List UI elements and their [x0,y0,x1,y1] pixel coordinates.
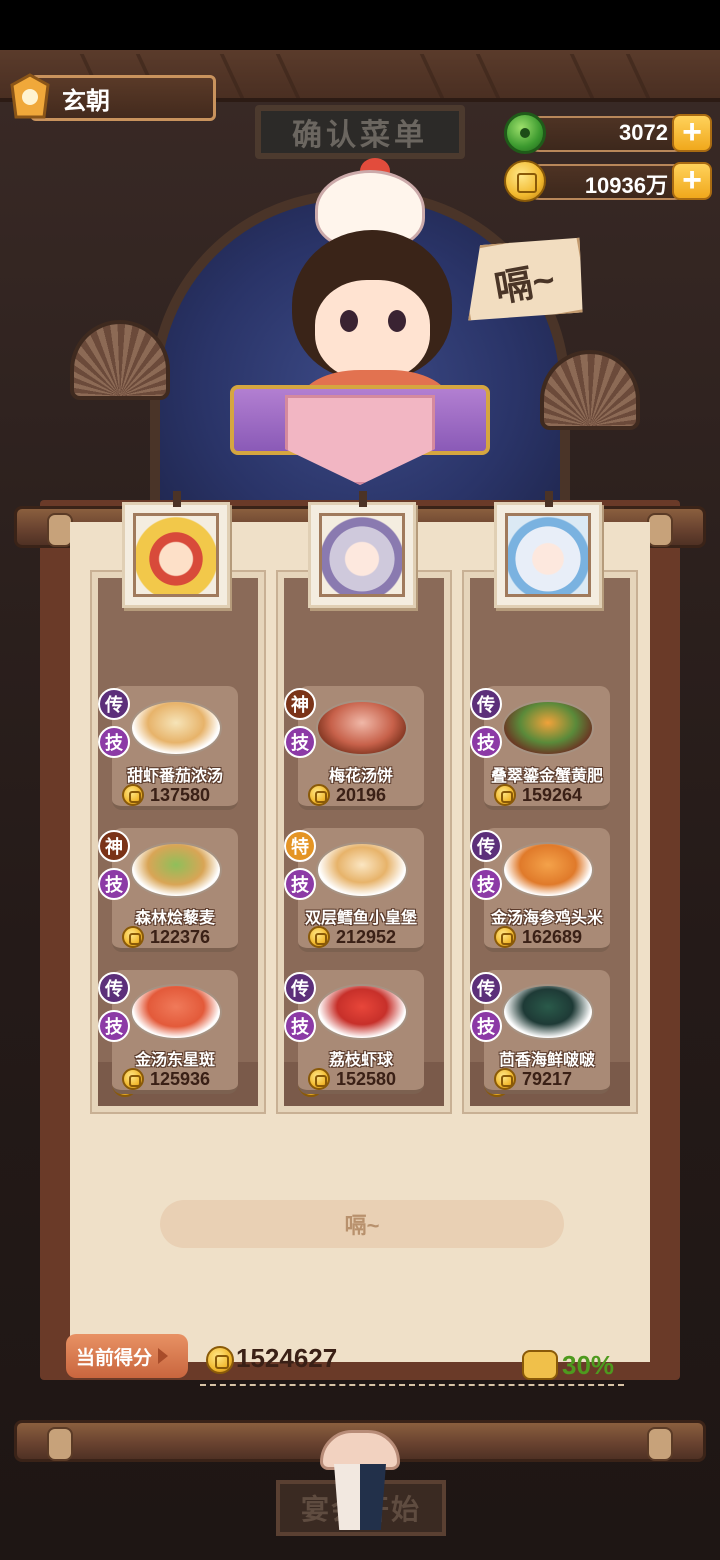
dish-image [316,842,408,898]
dish-card[interactable]: 传 技 荔枝虾球 152580 [284,970,424,1094]
dish-price: 212952 [336,926,397,947]
coin-icon [206,1346,234,1374]
dish-image [502,842,594,898]
player-tag[interactable]: 玄朝 [8,73,216,123]
dish-card[interactable]: 传 技 金汤海参鸡头米 162689 [470,828,610,952]
dish-card[interactable]: 特 技 双层鳕鱼小皇堡 212952 [284,828,424,952]
add-coin-button[interactable]: + [672,162,712,200]
guest-portrait-3[interactable] [494,491,602,608]
skill-badge: 技 [98,1010,130,1042]
dish-image [502,700,594,756]
coin-icon [494,926,516,948]
dish-card[interactable]: 传 技 叠翠鎏金蟹黄肥 159264 [470,686,610,810]
score-divider [200,1384,624,1386]
dish-image [316,984,408,1040]
coin-icon [122,1068,144,1090]
skill-badge: 技 [284,868,316,900]
rank-badge: 传 [470,688,502,720]
confirm-button[interactable]: 嗝~ [160,1200,564,1248]
dish-name: 金汤东星斑 [134,1052,215,1069]
dish-price: 79217 [522,1068,573,1089]
player-name: 玄朝 [62,88,110,115]
dish-name: 叠翠鎏金蟹黄肥 [490,768,603,785]
dish-name: 森林烩藜麦 [134,910,215,927]
guest-portrait-1[interactable] [122,491,230,608]
dish-price: 162689 [522,926,583,947]
skill-badge: 技 [98,726,130,758]
bonus-percent: 30% [562,1350,615,1380]
rank-badge: 传 [284,972,316,1004]
dish-price: 122376 [150,926,211,947]
guest-portrait-2[interactable] [308,491,416,608]
dish-price: 20196 [336,784,387,805]
dish-name: 梅花汤饼 [328,768,393,785]
left-fan-decoration [70,320,170,400]
menu-signboard: 确认菜单 [255,105,465,159]
coin-icon [504,160,546,202]
add-jade-button[interactable]: + [672,114,712,152]
dish-price: 137580 [150,784,211,805]
skill-badge: 技 [284,1010,316,1042]
coin-icon [122,926,144,948]
rank-badge: 传 [98,688,130,720]
arrow-right-icon [158,1348,169,1364]
coin-amount: 10936万 [584,173,668,198]
dish-card[interactable]: 神 技 森林烩藜麦 122376 [98,828,238,952]
skill-badge: 技 [98,868,130,900]
coin-icon [122,784,144,806]
scroll-knot-decoration [320,1430,400,1530]
skill-badge: 技 [284,726,316,758]
player-badge-icon [10,73,50,119]
dish-image [130,700,222,756]
dish-name: 茴香海鲜啵啵 [498,1052,595,1069]
status-bar [0,0,720,50]
dish-card[interactable]: 传 技 甜虾番茄浓汤 137580 [98,686,238,810]
dish-price: 125936 [150,1068,211,1089]
jade-icon [504,112,546,154]
skill-badge: 技 [470,1010,502,1042]
rank-badge: 传 [98,972,130,1004]
dish-price: 152580 [336,1068,397,1089]
skill-badge: 技 [470,726,502,758]
current-score-label-text: 当前得分 [76,1347,153,1369]
dish-card[interactable]: 神 技 梅花汤饼 20196 [284,686,424,810]
coin-icon [494,784,516,806]
bonus-coin-bag-icon [522,1350,558,1380]
rank-badge: 传 [470,972,502,1004]
skill-badge: 技 [470,868,502,900]
coin-icon [308,784,330,806]
dish-card[interactable]: 传 技 茴香海鲜啵啵 79217 [470,970,610,1094]
dish-name: 荔枝虾球 [328,1052,393,1069]
coin-icon [308,926,330,948]
dish-name: 金汤海参鸡头米 [490,910,603,927]
dish-card[interactable]: 传 技 金汤东星斑 125936 [98,970,238,1094]
rank-badge: 传 [470,830,502,862]
dish-name: 甜虾番茄浓汤 [126,768,223,785]
rank-badge: 特 [284,830,316,862]
dish-name: 双层鳕鱼小皇堡 [304,910,417,927]
dish-price: 159264 [522,784,583,805]
coin-icon [494,1068,516,1090]
jade-currency: 3072 + [504,112,712,154]
dish-image [130,842,222,898]
dish-image [502,984,594,1040]
rank-badge: 神 [284,688,316,720]
jade-amount: 3072 [619,120,668,145]
coin-currency: 10936万 + [504,160,712,202]
dish-image [130,984,222,1040]
current-score-label: 当前得分 [66,1334,188,1378]
coin-icon [308,1068,330,1090]
current-score-value: 1524627 [236,1343,338,1373]
dish-image [316,700,408,756]
rank-badge: 神 [98,830,130,862]
